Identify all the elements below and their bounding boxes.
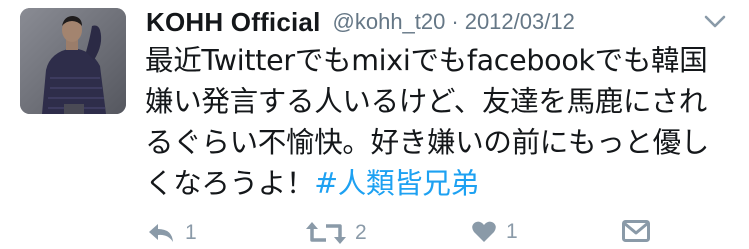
separator-dot: · xyxy=(451,9,459,34)
chevron-down-icon[interactable] xyxy=(703,12,727,32)
reply-count: 1 xyxy=(185,221,197,244)
avatar[interactable] xyxy=(20,8,126,114)
hashtag-link[interactable]: #人類皆兄弟 xyxy=(314,167,479,200)
retweet-icon xyxy=(306,222,346,244)
reply-button[interactable]: 1 xyxy=(146,220,197,246)
reply-icon xyxy=(149,224,173,242)
like-count: 1 xyxy=(506,220,518,243)
tweet-date[interactable]: 2012/03/12 xyxy=(465,9,575,35)
display-name[interactable]: KOHH Official xyxy=(146,7,321,38)
retweet-button[interactable]: 2 xyxy=(306,220,367,246)
like-button[interactable]: 1 xyxy=(471,220,518,244)
direct-message-button[interactable] xyxy=(622,220,650,242)
tweet-card: KOHH Official @kohh_t20 · 2012/03/12 最近T… xyxy=(0,0,749,249)
heart-icon xyxy=(472,221,496,242)
tweet-text: 最近Twitterでもmixiでもfacebookでも韓国嫌い発言する人いるけど… xyxy=(145,40,730,204)
tweet-header: KOHH Official @kohh_t20 · 2012/03/12 xyxy=(146,4,575,40)
retweet-count: 2 xyxy=(355,221,367,244)
user-handle[interactable]: @kohh_t20 xyxy=(333,9,446,35)
avatar-image xyxy=(20,8,126,114)
envelope-icon xyxy=(622,220,650,242)
